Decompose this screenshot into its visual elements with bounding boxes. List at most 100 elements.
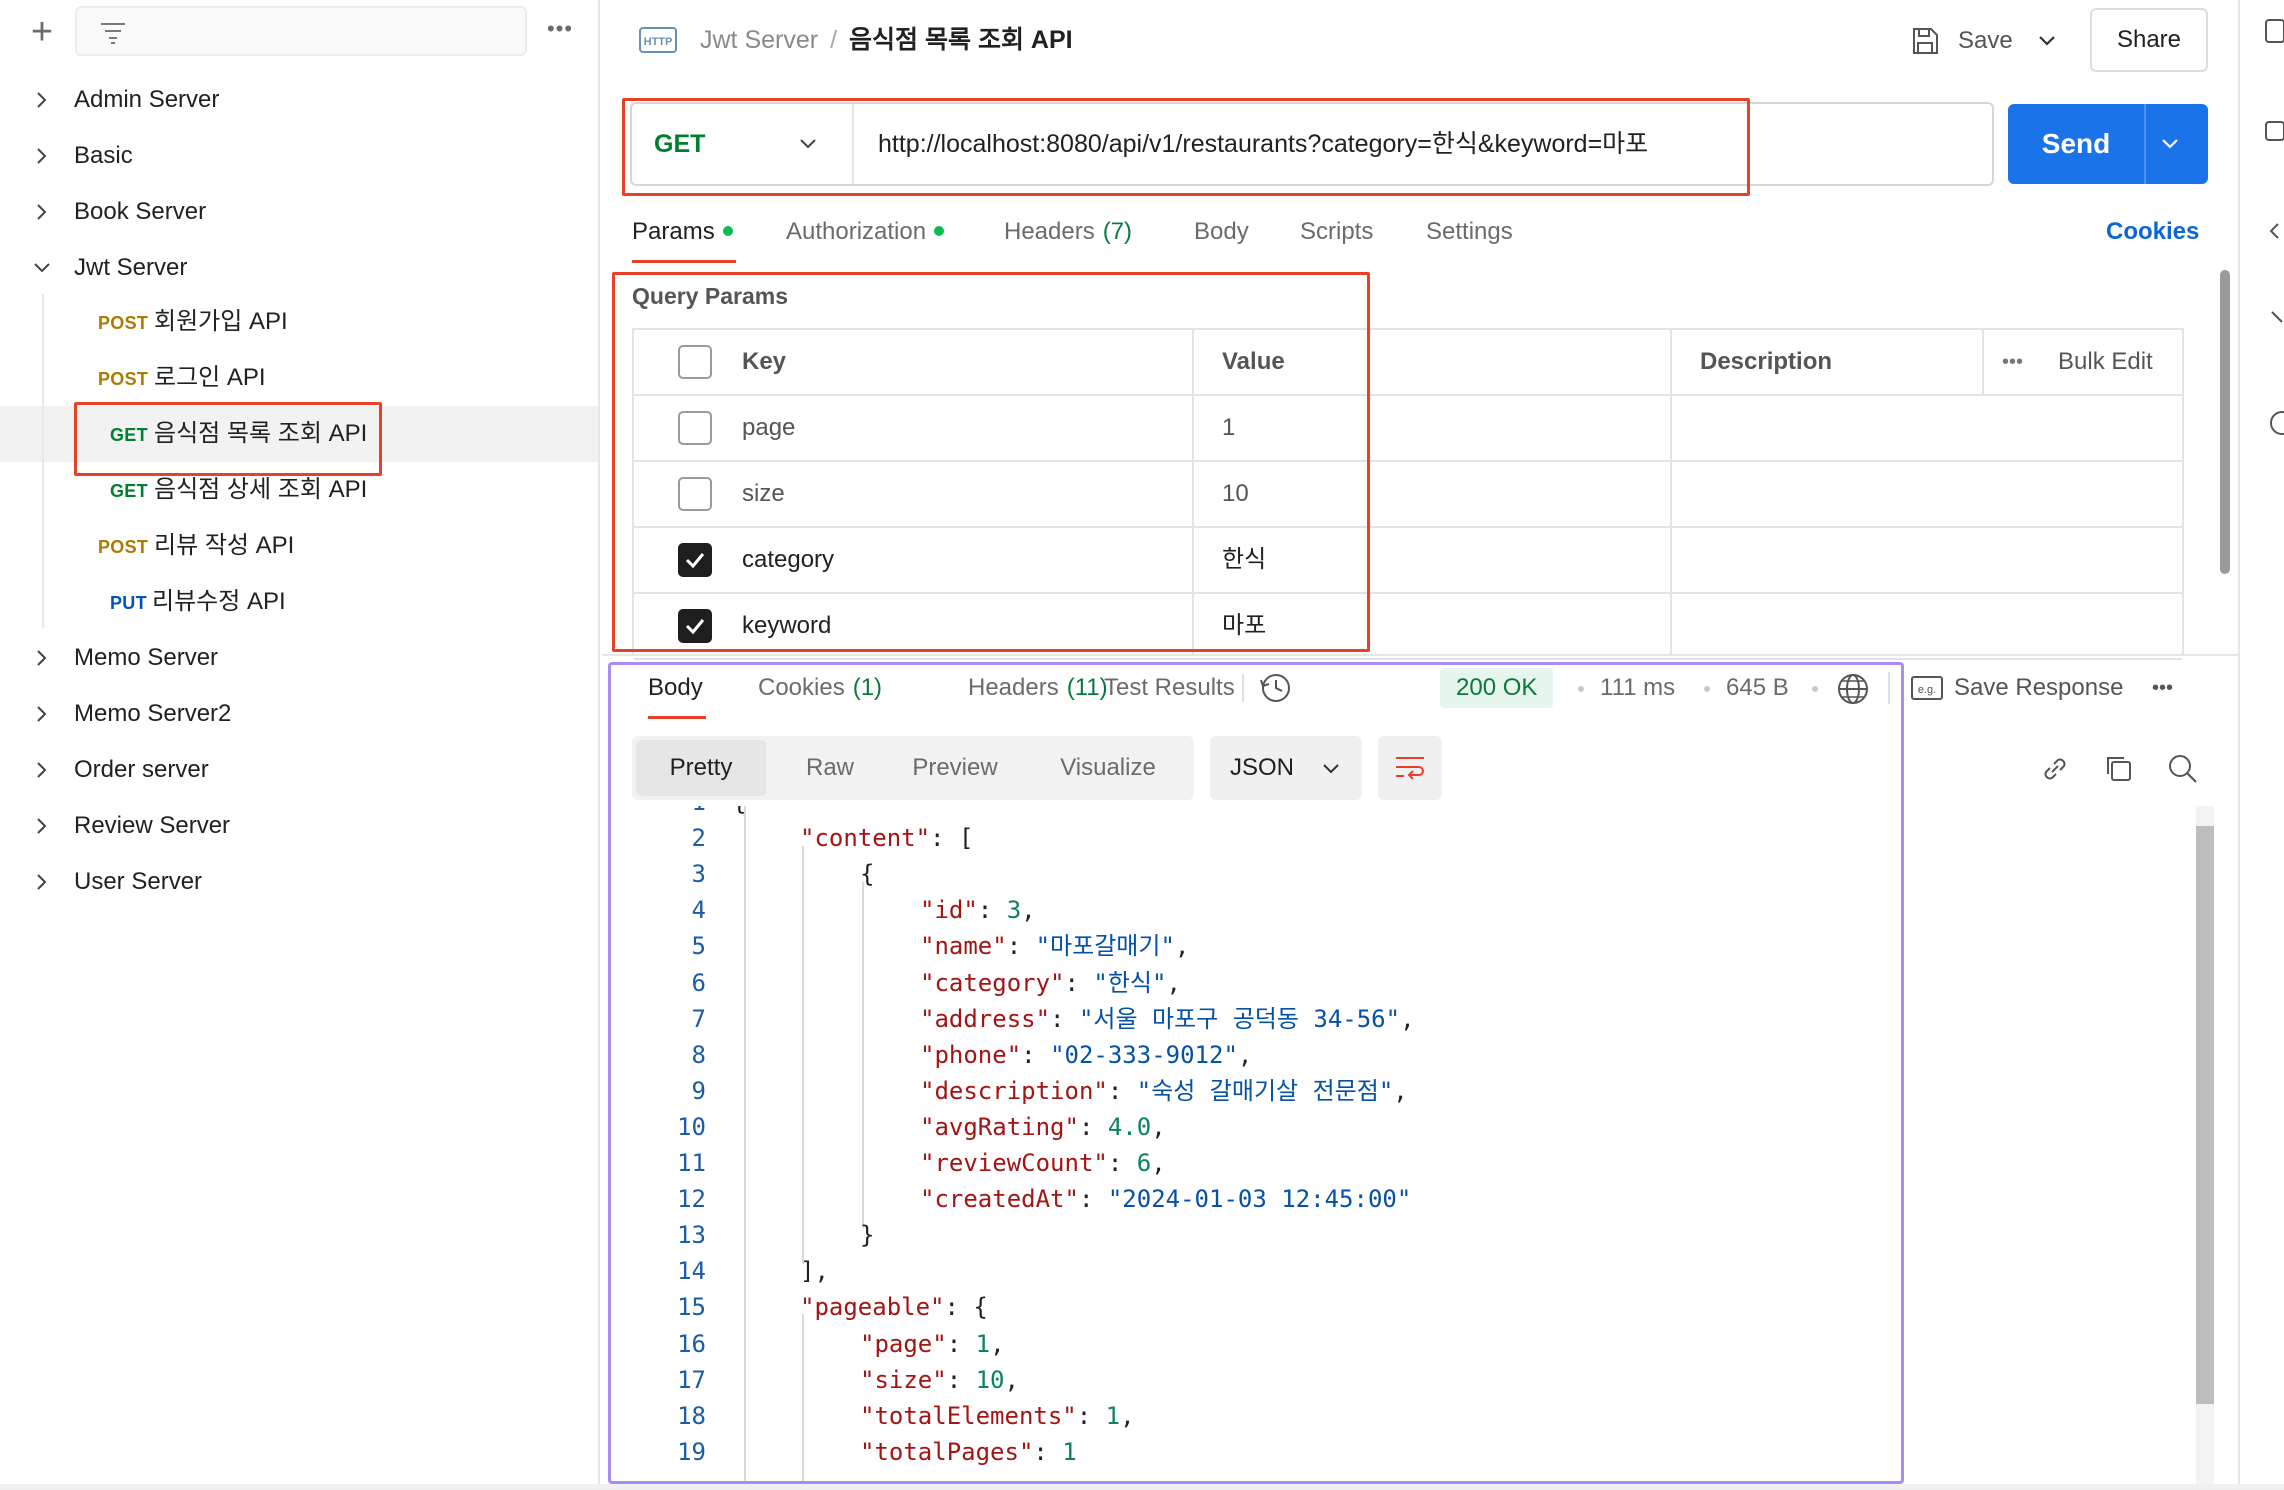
collection-item[interactable]: Admin Server <box>0 72 598 128</box>
collapse-chevron-icon[interactable] <box>2254 216 2284 246</box>
chevron-right-icon[interactable] <box>30 72 54 128</box>
json-punctuation: , <box>990 1329 1005 1358</box>
request-method-badge: PUT <box>110 593 147 613</box>
param-key[interactable]: page <box>742 396 795 460</box>
param-key[interactable]: keyword <box>742 594 831 658</box>
code-text: { <box>732 806 746 820</box>
param-value[interactable]: 1 <box>1222 396 1235 460</box>
comments-icon[interactable] <box>2254 116 2284 146</box>
info-icon[interactable] <box>2254 408 2284 438</box>
share-button[interactable]: Share <box>2090 8 2208 72</box>
response-size[interactable]: 645 B <box>1726 668 1789 708</box>
chevron-right-icon[interactable] <box>30 854 54 910</box>
param-enabled-checkbox[interactable] <box>678 543 712 577</box>
view-mode-visualize[interactable]: Visualize <box>1030 740 1186 796</box>
param-enabled-checkbox[interactable] <box>678 411 712 445</box>
send-options-chevron-icon[interactable] <box>2158 132 2182 156</box>
response-divider[interactable] <box>602 654 2238 656</box>
json-punctuation: : <box>977 896 1007 925</box>
url-input[interactable]: http://localhost:8080/api/v1/restaurants… <box>878 104 1648 184</box>
collection-item[interactable]: Memo Server <box>0 630 598 686</box>
response-time[interactable]: 111 ms <box>1600 668 1675 708</box>
json-string: "서울 마포구 공덕동 34-56" <box>1078 1004 1401 1033</box>
collection-item[interactable]: Review Server <box>0 798 598 854</box>
param-key[interactable]: size <box>742 462 785 526</box>
response-body-code[interactable]: 1{2"content": [3{4"id": 3,5"name": "마포갈매… <box>612 806 2196 1486</box>
tab-headers[interactable]: Headers (7) <box>1004 206 1132 258</box>
request-item[interactable]: POST 리뷰 작성 API <box>0 518 598 574</box>
collection-item[interactable]: Basic <box>0 128 598 184</box>
save-dropdown-chevron-icon[interactable] <box>2032 26 2062 56</box>
response-tab-test-results[interactable]: Test Results <box>1104 668 1235 708</box>
request-item[interactable]: GET 음식점 상세 조회 API <box>0 462 598 518</box>
tab-params[interactable]: Params <box>632 206 733 258</box>
globe-icon[interactable] <box>1836 672 1870 706</box>
view-mode-preview[interactable]: Preview <box>890 740 1020 796</box>
breadcrumb-request-title[interactable]: 음식점 목록 조회 API <box>849 26 1073 54</box>
sidebar-filter-input[interactable] <box>75 6 527 56</box>
format-select[interactable]: JSON <box>1210 736 1362 800</box>
select-all-checkbox[interactable] <box>678 345 712 379</box>
params-more-button[interactable]: ••• <box>2002 330 2023 394</box>
send-button[interactable]: Send <box>2008 104 2208 184</box>
code-icon[interactable] <box>2254 16 2284 46</box>
chevron-right-icon[interactable] <box>30 742 54 798</box>
view-mode-pretty[interactable]: Pretty <box>636 740 766 796</box>
collection-item[interactable]: Order server <box>0 742 598 798</box>
chevron-right-icon[interactable] <box>30 686 54 742</box>
tab-settings[interactable]: Settings <box>1426 206 1513 258</box>
method-select[interactable]: GET <box>632 104 854 184</box>
cookies-link[interactable]: Cookies <box>2106 206 2199 258</box>
new-item-button[interactable]: + <box>22 12 62 52</box>
history-icon[interactable] <box>1258 670 1294 706</box>
param-enabled-checkbox[interactable] <box>678 609 712 643</box>
link-icon[interactable] <box>2038 752 2072 786</box>
chevron-right-icon[interactable] <box>30 184 54 240</box>
tab-body[interactable]: Body <box>1194 206 1249 258</box>
request-item[interactable]: POST 회원가입 API <box>0 294 598 350</box>
save-response-button[interactable]: Save Response <box>1954 668 2123 708</box>
param-value[interactable]: 마포 <box>1222 594 1266 658</box>
request-scrollbar[interactable] <box>2220 270 2230 574</box>
request-item[interactable]: POST 로그인 API <box>0 350 598 406</box>
response-active-tab-indicator <box>648 716 706 719</box>
response-tab-body[interactable]: Body <box>648 668 703 708</box>
tab-label: Body <box>648 674 703 701</box>
search-icon[interactable] <box>2166 752 2200 786</box>
request-item[interactable]: GET 음식점 목록 조회 API <box>0 406 598 462</box>
request-item[interactable]: PUT 리뷰수정 API <box>0 574 598 630</box>
tab-scripts[interactable]: Scripts <box>1300 206 1373 258</box>
view-mode-raw[interactable]: Raw <box>780 740 880 796</box>
related-icon[interactable] <box>2254 306 2284 336</box>
word-wrap-button[interactable] <box>1378 736 1442 800</box>
response-tab-cookies[interactable]: Cookies (1) <box>758 668 882 708</box>
param-key[interactable]: category <box>742 528 834 592</box>
bulk-edit-button[interactable]: Bulk Edit <box>2058 330 2153 394</box>
param-value[interactable]: 10 <box>1222 462 1249 526</box>
chevron-down-icon[interactable] <box>30 240 54 296</box>
breadcrumb-collection[interactable]: Jwt Server <box>700 26 818 54</box>
collection-item[interactable]: Book Server <box>0 184 598 240</box>
json-punctuation: : <box>946 1365 976 1394</box>
collection-item[interactable]: User Server <box>0 854 598 910</box>
collection-label: User Server <box>74 868 203 895</box>
tab-authorization[interactable]: Authorization <box>786 206 945 258</box>
param-enabled-checkbox[interactable] <box>678 477 712 511</box>
copy-icon[interactable] <box>2102 752 2136 786</box>
chevron-right-icon[interactable] <box>30 630 54 686</box>
chevron-right-icon[interactable] <box>30 798 54 854</box>
collection-item[interactable]: Memo Server2 <box>0 686 598 742</box>
param-value[interactable]: 한식 <box>1222 528 1266 592</box>
collection-item[interactable]: Jwt Server <box>0 240 598 296</box>
json-punctuation: , <box>1237 1040 1253 1069</box>
sidebar-more-button[interactable]: ••• <box>542 16 578 46</box>
status-badge[interactable]: 200 OK <box>1440 668 1554 708</box>
separator-dot <box>1578 686 1584 692</box>
response-tab-headers[interactable]: Headers (11) <box>968 668 1108 708</box>
code-line: 14], <box>612 1253 2196 1289</box>
response-more-button[interactable]: ••• <box>2152 668 2173 708</box>
chevron-right-icon[interactable] <box>30 128 54 184</box>
line-number: 13 <box>677 1221 706 1250</box>
code-line: 6 "category": "한식", <box>612 965 2196 1001</box>
code-scrollbar[interactable] <box>2196 826 2214 1404</box>
